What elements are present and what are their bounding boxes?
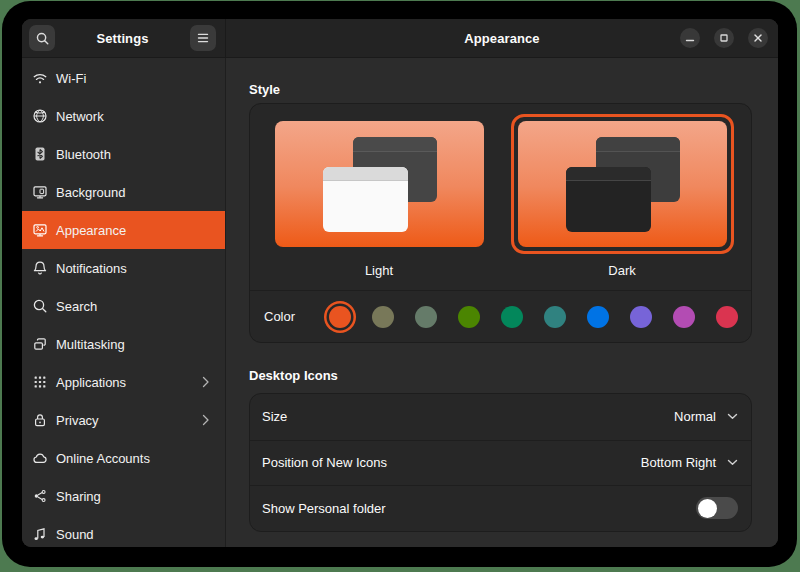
dark-label: Dark [511, 263, 734, 278]
accent-swatch-red[interactable] [716, 306, 738, 328]
sidebar-headerbar: Settings [22, 19, 226, 57]
sidebar-item-label: Search [56, 299, 97, 314]
sidebar-item-label: Sound [56, 527, 94, 542]
magnifier-icon [32, 298, 48, 314]
sidebar-item-applications[interactable]: Applications [22, 363, 225, 401]
sidebar-item-label: Privacy [56, 413, 99, 428]
sidebar-item-bluetooth[interactable]: Bluetooth [22, 135, 225, 173]
position-row[interactable]: Position of New Icons Bottom Right [250, 440, 751, 486]
sidebar-item-sound[interactable]: Sound [22, 515, 225, 547]
style-option-dark[interactable] [511, 114, 734, 254]
sidebar-item-network[interactable]: Network [22, 97, 225, 135]
chevron-right-icon [201, 376, 210, 388]
window-controls [680, 28, 768, 48]
app-body: Wi-Fi Network [22, 58, 778, 547]
sidebar-item-wifi[interactable]: Wi-Fi [22, 59, 225, 97]
show-personal-folder-row[interactable]: Show Personal folder [250, 485, 751, 531]
style-options [250, 104, 751, 254]
light-style-preview [275, 121, 484, 247]
accent-swatch-blue[interactable] [587, 306, 609, 328]
sidebar-item-label: Multitasking [56, 337, 125, 352]
share-nodes-icon [32, 488, 48, 504]
sidebar-item-label: Network [56, 109, 104, 124]
bluetooth-icon [32, 146, 48, 162]
dark-style-preview [518, 121, 727, 247]
chevron-down-icon [727, 459, 738, 466]
minimize-icon [685, 33, 695, 43]
sidebar: Wi-Fi Network [22, 58, 226, 547]
preview-front-window [323, 167, 408, 232]
light-label: Light [268, 263, 491, 278]
sidebar-item-label: Notifications [56, 261, 127, 276]
globe-icon [32, 108, 48, 124]
sidebar-item-background[interactable]: Background [22, 173, 225, 211]
sidebar-item-multitasking[interactable]: Multitasking [22, 325, 225, 363]
minimize-button[interactable] [680, 28, 700, 48]
sidebar-item-label: Background [56, 185, 125, 200]
accent-color-row: Color [250, 291, 751, 342]
accent-swatch-sage[interactable] [415, 306, 437, 328]
cloud-icon [32, 450, 48, 466]
settings-window: Settings Appearance [22, 19, 778, 547]
sidebar-item-appearance[interactable]: Appearance [22, 211, 225, 249]
sidebar-item-label: Applications [56, 375, 126, 390]
app-grid-icon [32, 374, 48, 390]
search-icon [35, 31, 50, 46]
position-value: Bottom Right [641, 455, 716, 470]
lock-icon [32, 412, 48, 428]
search-button[interactable] [29, 25, 55, 51]
menu-button[interactable] [190, 25, 216, 51]
wifi-icon [32, 70, 48, 86]
style-heading: Style [249, 82, 752, 97]
sidebar-item-privacy[interactable]: Privacy [22, 401, 225, 439]
color-label: Color [264, 309, 295, 324]
sidebar-item-sharing[interactable]: Sharing [22, 477, 225, 515]
style-card: Light Dark Color [249, 103, 752, 343]
sidebar-item-online-accounts[interactable]: Online Accounts [22, 439, 225, 477]
windows-icon [32, 336, 48, 352]
display-icon [32, 184, 48, 200]
headerbar: Settings Appearance [22, 19, 778, 58]
bell-icon [32, 260, 48, 276]
show-personal-folder-toggle[interactable] [696, 497, 738, 519]
size-label: Size [262, 409, 287, 424]
appearance-icon [32, 222, 48, 238]
accent-swatch-purple[interactable] [630, 306, 652, 328]
sidebar-item-label: Wi-Fi [56, 71, 86, 86]
sidebar-title: Settings [96, 31, 148, 46]
chevron-right-icon [201, 414, 210, 426]
accent-swatch-bark[interactable] [372, 306, 394, 328]
sidebar-item-label: Appearance [56, 223, 126, 238]
toggle-knob [698, 499, 717, 518]
main-headerbar: Appearance [226, 19, 778, 57]
chevron-down-icon [727, 413, 738, 420]
accent-swatch-olive[interactable] [458, 306, 480, 328]
size-row[interactable]: Size Normal [250, 394, 751, 440]
preview-front-window [566, 167, 651, 232]
accent-swatch-magenta[interactable] [673, 306, 695, 328]
sidebar-item-label: Sharing [56, 489, 101, 504]
accent-color-swatches [329, 306, 738, 328]
desktop-icons-heading: Desktop Icons [249, 368, 752, 383]
sidebar-item-search[interactable]: Search [22, 287, 225, 325]
sidebar-item-notifications[interactable]: Notifications [22, 249, 225, 287]
show-personal-folder-label: Show Personal folder [262, 501, 386, 516]
style-option-labels: Light Dark [250, 254, 751, 290]
style-option-light[interactable] [268, 114, 491, 254]
accent-swatch-prussian-green[interactable] [544, 306, 566, 328]
sidebar-item-label: Bluetooth [56, 147, 111, 162]
hamburger-menu-icon [196, 32, 210, 44]
size-value: Normal [674, 409, 716, 424]
maximize-icon [719, 33, 729, 43]
position-label: Position of New Icons [262, 455, 387, 470]
desktop-icons-card: Size Normal Position of New Icons Bottom… [249, 393, 752, 532]
maximize-button[interactable] [714, 28, 734, 48]
close-button[interactable] [748, 28, 768, 48]
close-icon [753, 33, 763, 43]
appearance-panel: Style [226, 58, 778, 547]
music-note-icon [32, 526, 48, 542]
sidebar-item-label: Online Accounts [56, 451, 150, 466]
accent-swatch-orange[interactable] [329, 306, 351, 328]
accent-swatch-viridian[interactable] [501, 306, 523, 328]
